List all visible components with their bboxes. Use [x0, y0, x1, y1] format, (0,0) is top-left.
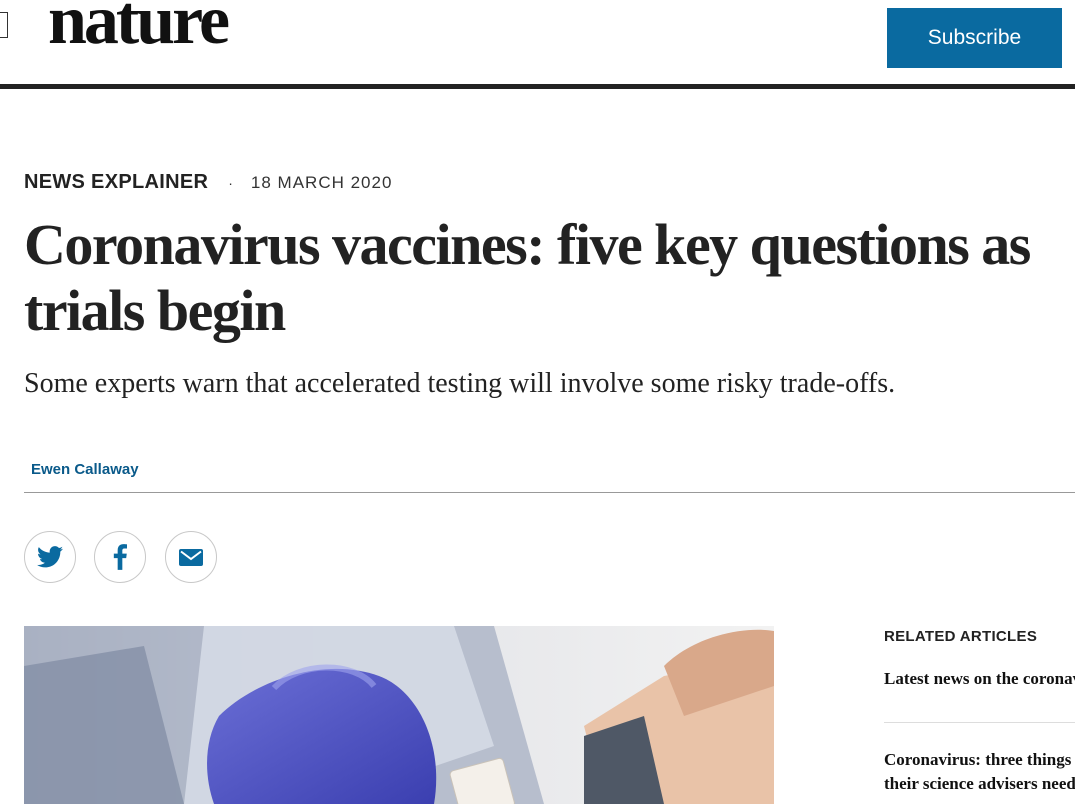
meta-separator: ·: [228, 174, 233, 191]
email-icon: [179, 548, 203, 566]
related-article-link[interactable]: Coronavirus: three things their science …: [884, 748, 1075, 796]
byline-divider: [24, 492, 1075, 493]
article-title: Coronavirus vaccines: five key questions…: [24, 212, 1031, 343]
related-article-line: their science advisers need: [884, 774, 1075, 793]
article-standfirst: Some experts warn that accelerated testi…: [24, 368, 896, 399]
related-article-line: Coronavirus: three things: [884, 750, 1072, 769]
related-article-line: Latest news on the coronavirus: [884, 669, 1075, 688]
share-email-button[interactable]: [165, 531, 217, 583]
article-type: NEWS EXPLAINER: [24, 171, 209, 193]
share-twitter-button[interactable]: [24, 531, 76, 583]
site-header: nature Subscribe: [0, 0, 1075, 84]
article-meta: NEWS EXPLAINER · 18 MARCH 2020: [24, 171, 392, 194]
related-divider: [884, 722, 1075, 723]
article-hero-image: [24, 626, 774, 804]
share-facebook-button[interactable]: [94, 531, 146, 583]
related-articles-heading: RELATED ARTICLES: [884, 628, 1038, 645]
nature-logo[interactable]: nature: [48, 0, 230, 56]
edge-tab: [0, 12, 8, 38]
article-date: 18 MARCH 2020: [250, 172, 393, 192]
related-articles: RELATED ARTICLES Latest news on the coro…: [884, 628, 1075, 796]
twitter-icon: [37, 546, 63, 568]
related-article-link[interactable]: Latest news on the coronavirus: [884, 667, 1075, 691]
subscribe-button[interactable]: Subscribe: [887, 8, 1062, 68]
header-rule: [0, 84, 1075, 89]
facebook-icon: [113, 544, 127, 570]
author-link[interactable]: Ewen Callaway: [31, 461, 139, 478]
